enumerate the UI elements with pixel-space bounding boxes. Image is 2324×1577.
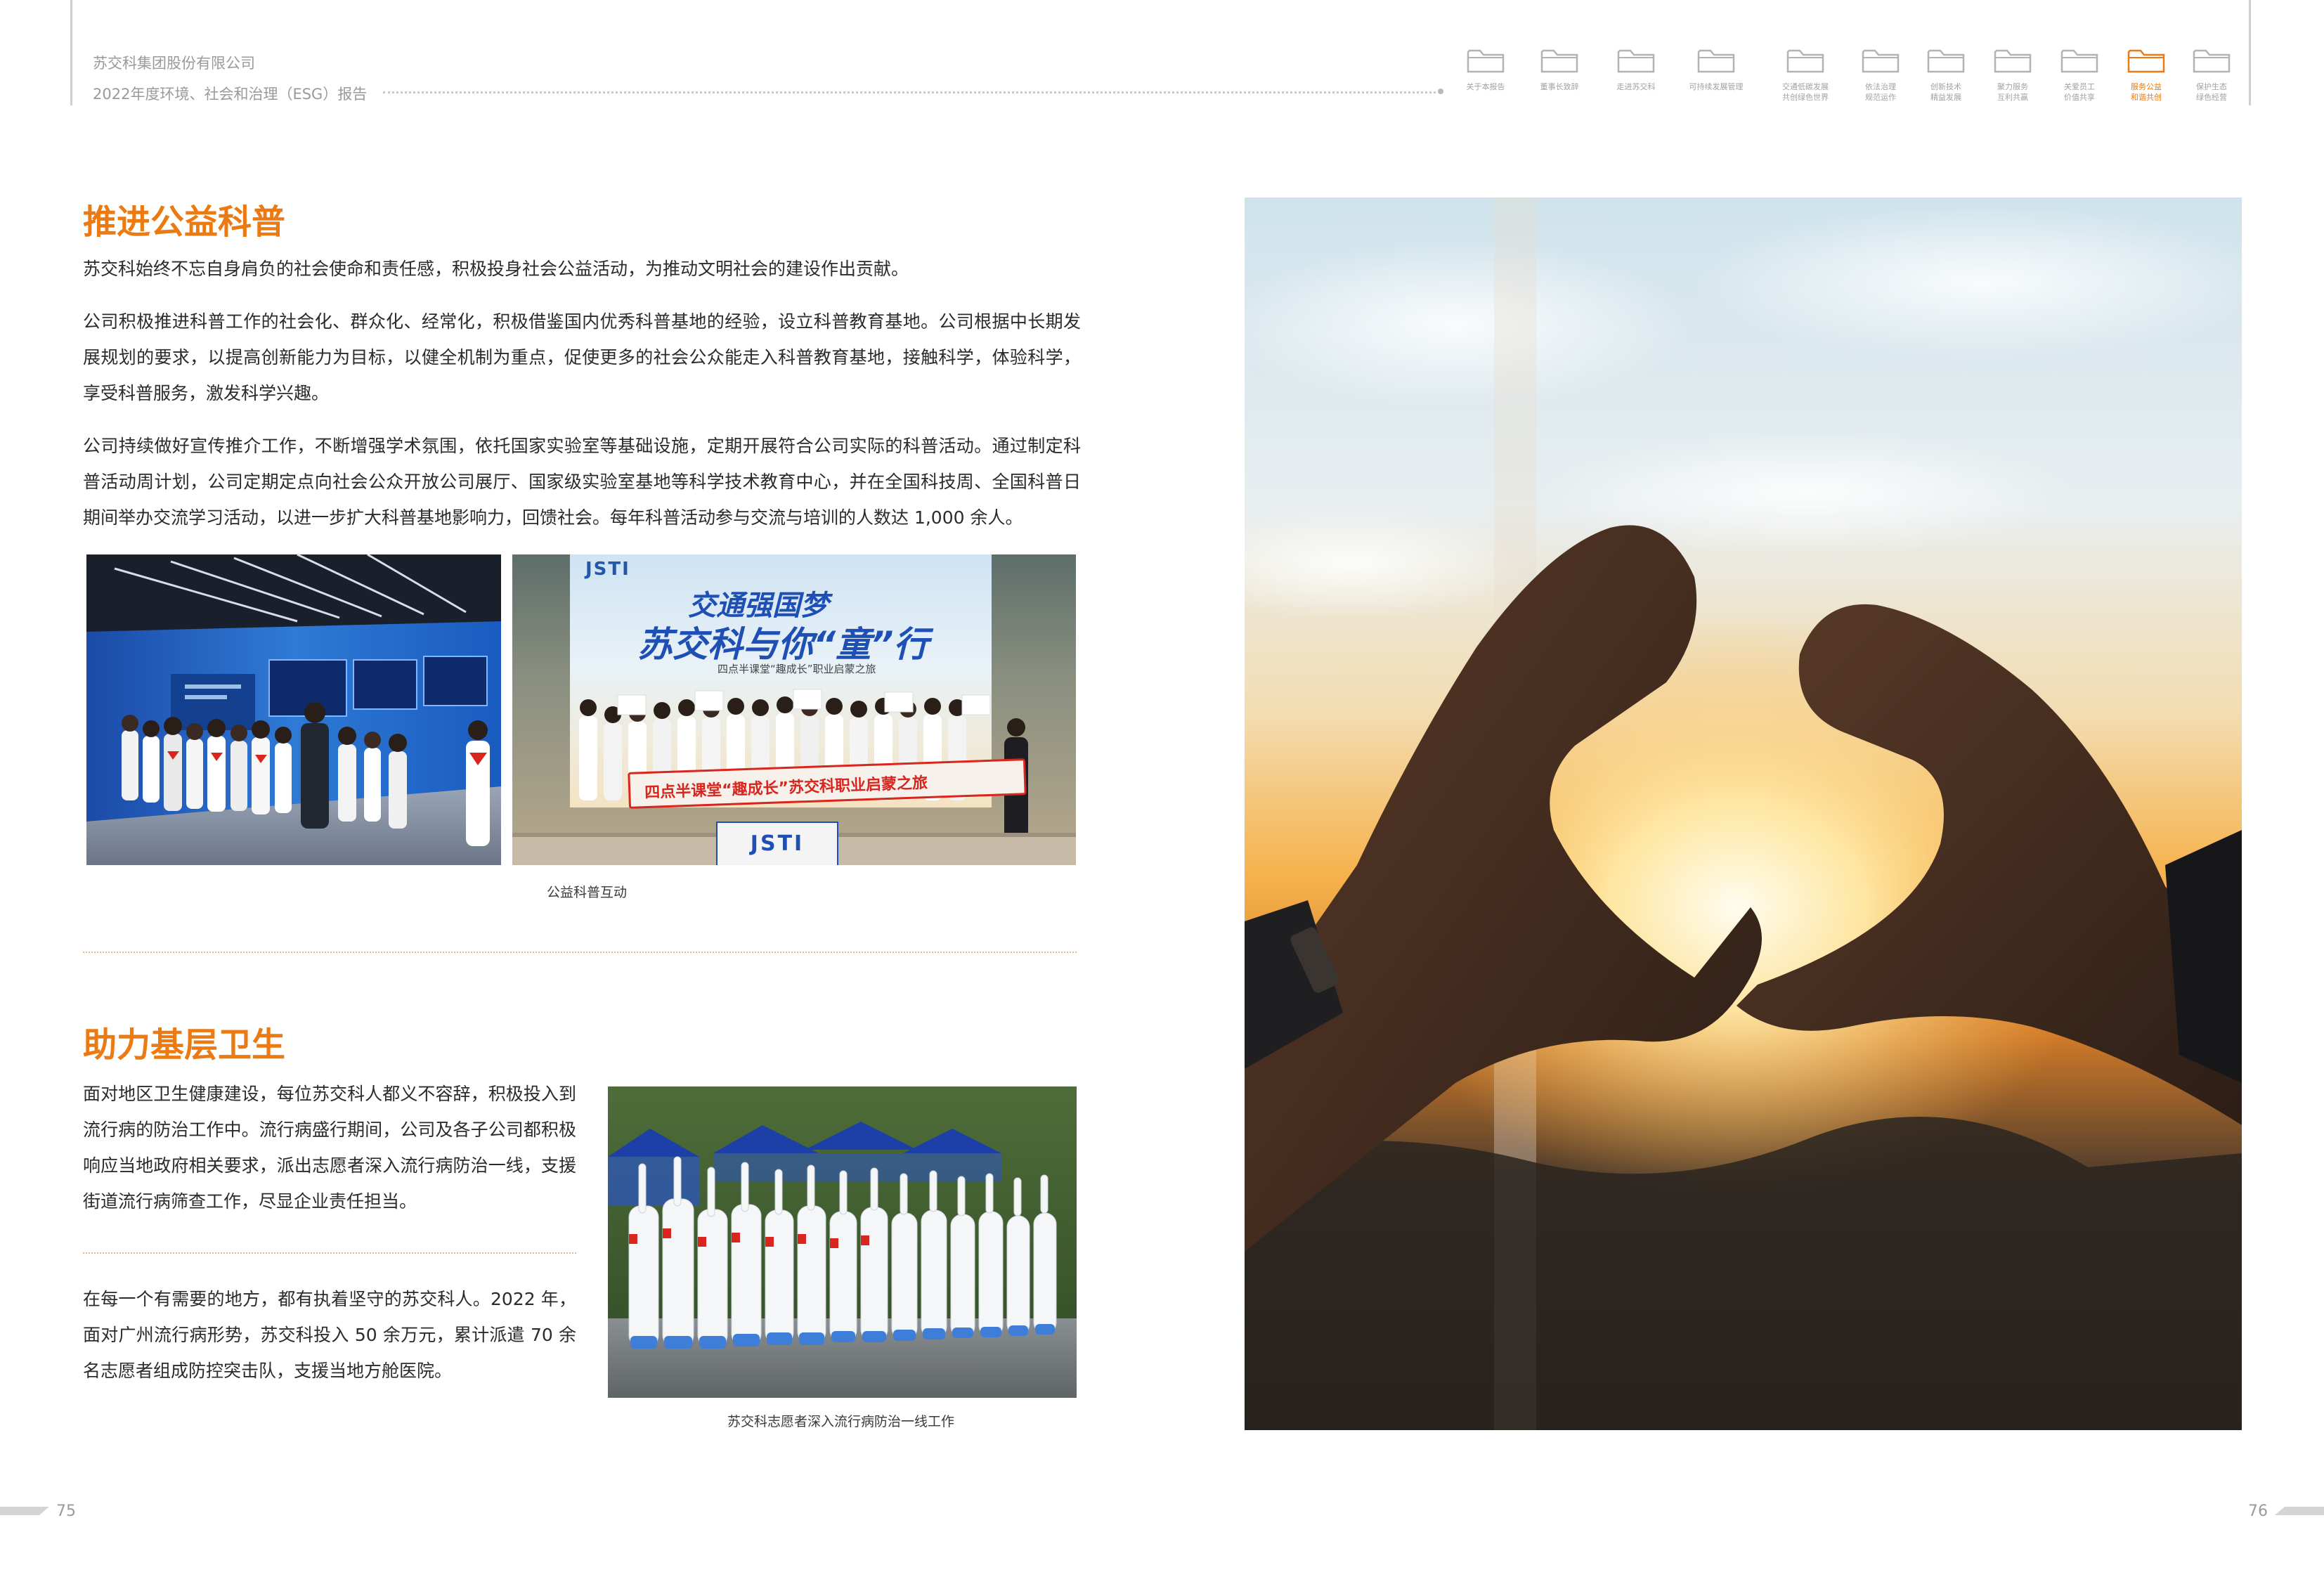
folder-icon bbox=[1697, 49, 1735, 73]
nav-label: 聚力服务 互利共赢 bbox=[1997, 82, 2028, 102]
folder-icon bbox=[1617, 49, 1655, 73]
paragraph-guangzhou-support: 在每一个有需要的地方，都有执着坚守的苏交科人。2022 年，面对广州流行病形势，… bbox=[83, 1289, 576, 1381]
nav-label: 关爱员工 价值共享 bbox=[2064, 82, 2095, 102]
header-left-rule bbox=[70, 0, 72, 105]
jsti-logo-podium: JSTI bbox=[750, 831, 805, 856]
nav-label: 可持续发展管理 bbox=[1689, 82, 1744, 91]
folder-icon bbox=[1862, 49, 1900, 73]
paragraph-intro: 苏交科始终不忘自身肩负的社会使命和责任感，积极投身社会公益活动，为推动文明社会的… bbox=[83, 259, 909, 279]
nav-label: 交通低碳发展 共创绿色世界 bbox=[1782, 82, 1829, 102]
header-right-rule bbox=[2249, 0, 2251, 105]
photo-exhibition-hall bbox=[86, 554, 501, 865]
folder-icon bbox=[1467, 49, 1505, 73]
event-headline-2: 苏交科与你“童”行 bbox=[637, 624, 929, 665]
nav-item-governance[interactable]: 依法治理 规范运作 bbox=[1851, 46, 1910, 103]
nav-item-about-company[interactable]: 走进苏交科 bbox=[1606, 46, 1666, 92]
folder-icon bbox=[2193, 49, 2231, 73]
company-name: 苏交科集团股份有限公司 bbox=[93, 55, 255, 72]
nav-item-service[interactable]: 聚力服务 互利共赢 bbox=[1983, 46, 2042, 103]
nav-item-about-report[interactable]: 关于本报告 bbox=[1456, 46, 1515, 92]
page-number-right: 76 bbox=[2248, 1503, 2268, 1520]
nav-item-low-carbon[interactable]: 交通低碳发展 共创绿色世界 bbox=[1776, 46, 1835, 103]
left-page-tab bbox=[0, 1507, 49, 1515]
nav-item-sustainability[interactable]: 可持续发展管理 bbox=[1687, 46, 1746, 92]
folder-icon bbox=[1927, 49, 1965, 73]
paragraph-science-base: 公司积极推进科普工作的社会化、群众化、经常化，积极借鉴国内优秀科普基地的经验，设… bbox=[83, 311, 1081, 403]
header-dot bbox=[1438, 89, 1443, 94]
photo-heart-hands-sunset bbox=[1245, 197, 2242, 1430]
nav-label: 依法治理 规范运作 bbox=[1865, 82, 1896, 102]
folder-icon bbox=[2127, 49, 2165, 73]
folder-icon bbox=[2060, 49, 2098, 73]
jsti-podium: JSTI bbox=[716, 822, 838, 865]
folder-icon bbox=[1994, 49, 2032, 73]
photo-science-event-group: JSTI 交通强国梦 苏交科与你“童”行 四点半课堂“趣成长”职业启蒙之旅 四点… bbox=[512, 554, 1076, 865]
section-title-science-popularization: 推进公益科普 bbox=[83, 202, 286, 242]
nav-item-employees[interactable]: 关爱员工 价值共享 bbox=[2050, 46, 2109, 103]
header-dotted-line bbox=[383, 91, 1441, 93]
nav-item-chairman[interactable]: 董事长致辞 bbox=[1530, 46, 1589, 92]
nav-label: 保护生态 绿色经营 bbox=[2196, 82, 2227, 102]
nav-label: 关于本报告 bbox=[1466, 82, 1505, 91]
nav-label: 董事长致辞 bbox=[1540, 82, 1579, 91]
section-separator bbox=[83, 952, 1077, 953]
jsti-logo-top: JSTI bbox=[585, 559, 630, 580]
page-number-left: 75 bbox=[56, 1503, 76, 1520]
photo-caption-volunteers: 苏交科志愿者深入流行病防治一线工作 bbox=[727, 1414, 955, 1429]
paragraph-science-activities: 公司持续做好宣传推介工作，不断增强学术氛围，依托国家实验室等基础设施，定期开展符… bbox=[83, 436, 1081, 528]
photo-caption-science: 公益科普互动 bbox=[547, 885, 628, 900]
photo-volunteers bbox=[608, 1086, 1077, 1398]
folder-icon bbox=[1540, 49, 1578, 73]
nav-label: 走进苏交科 bbox=[1616, 82, 1656, 91]
paragraph-separator bbox=[83, 1252, 576, 1254]
section-title-grassroots-health: 助力基层卫生 bbox=[83, 1025, 286, 1065]
right-page-tab bbox=[2275, 1507, 2324, 1515]
nav-item-ecology[interactable]: 保护生态 绿色经营 bbox=[2182, 46, 2241, 103]
nav-item-public-welfare[interactable]: 服务公益 和谐共创 bbox=[2117, 46, 2176, 103]
report-title: 2022年度环境、社会和治理（ESG）报告 bbox=[93, 86, 368, 103]
nav-label: 服务公益 和谐共创 bbox=[2131, 82, 2162, 102]
nav-label: 创新技术 精益发展 bbox=[1930, 82, 1961, 102]
paragraph-health-intro: 面对地区卫生健康建设，每位苏交科人都义不容辞，积极投入到流行病的防治工作中。流行… bbox=[83, 1084, 576, 1212]
folder-icon bbox=[1786, 49, 1824, 73]
nav-item-innovation[interactable]: 创新技术 精益发展 bbox=[1916, 46, 1975, 103]
